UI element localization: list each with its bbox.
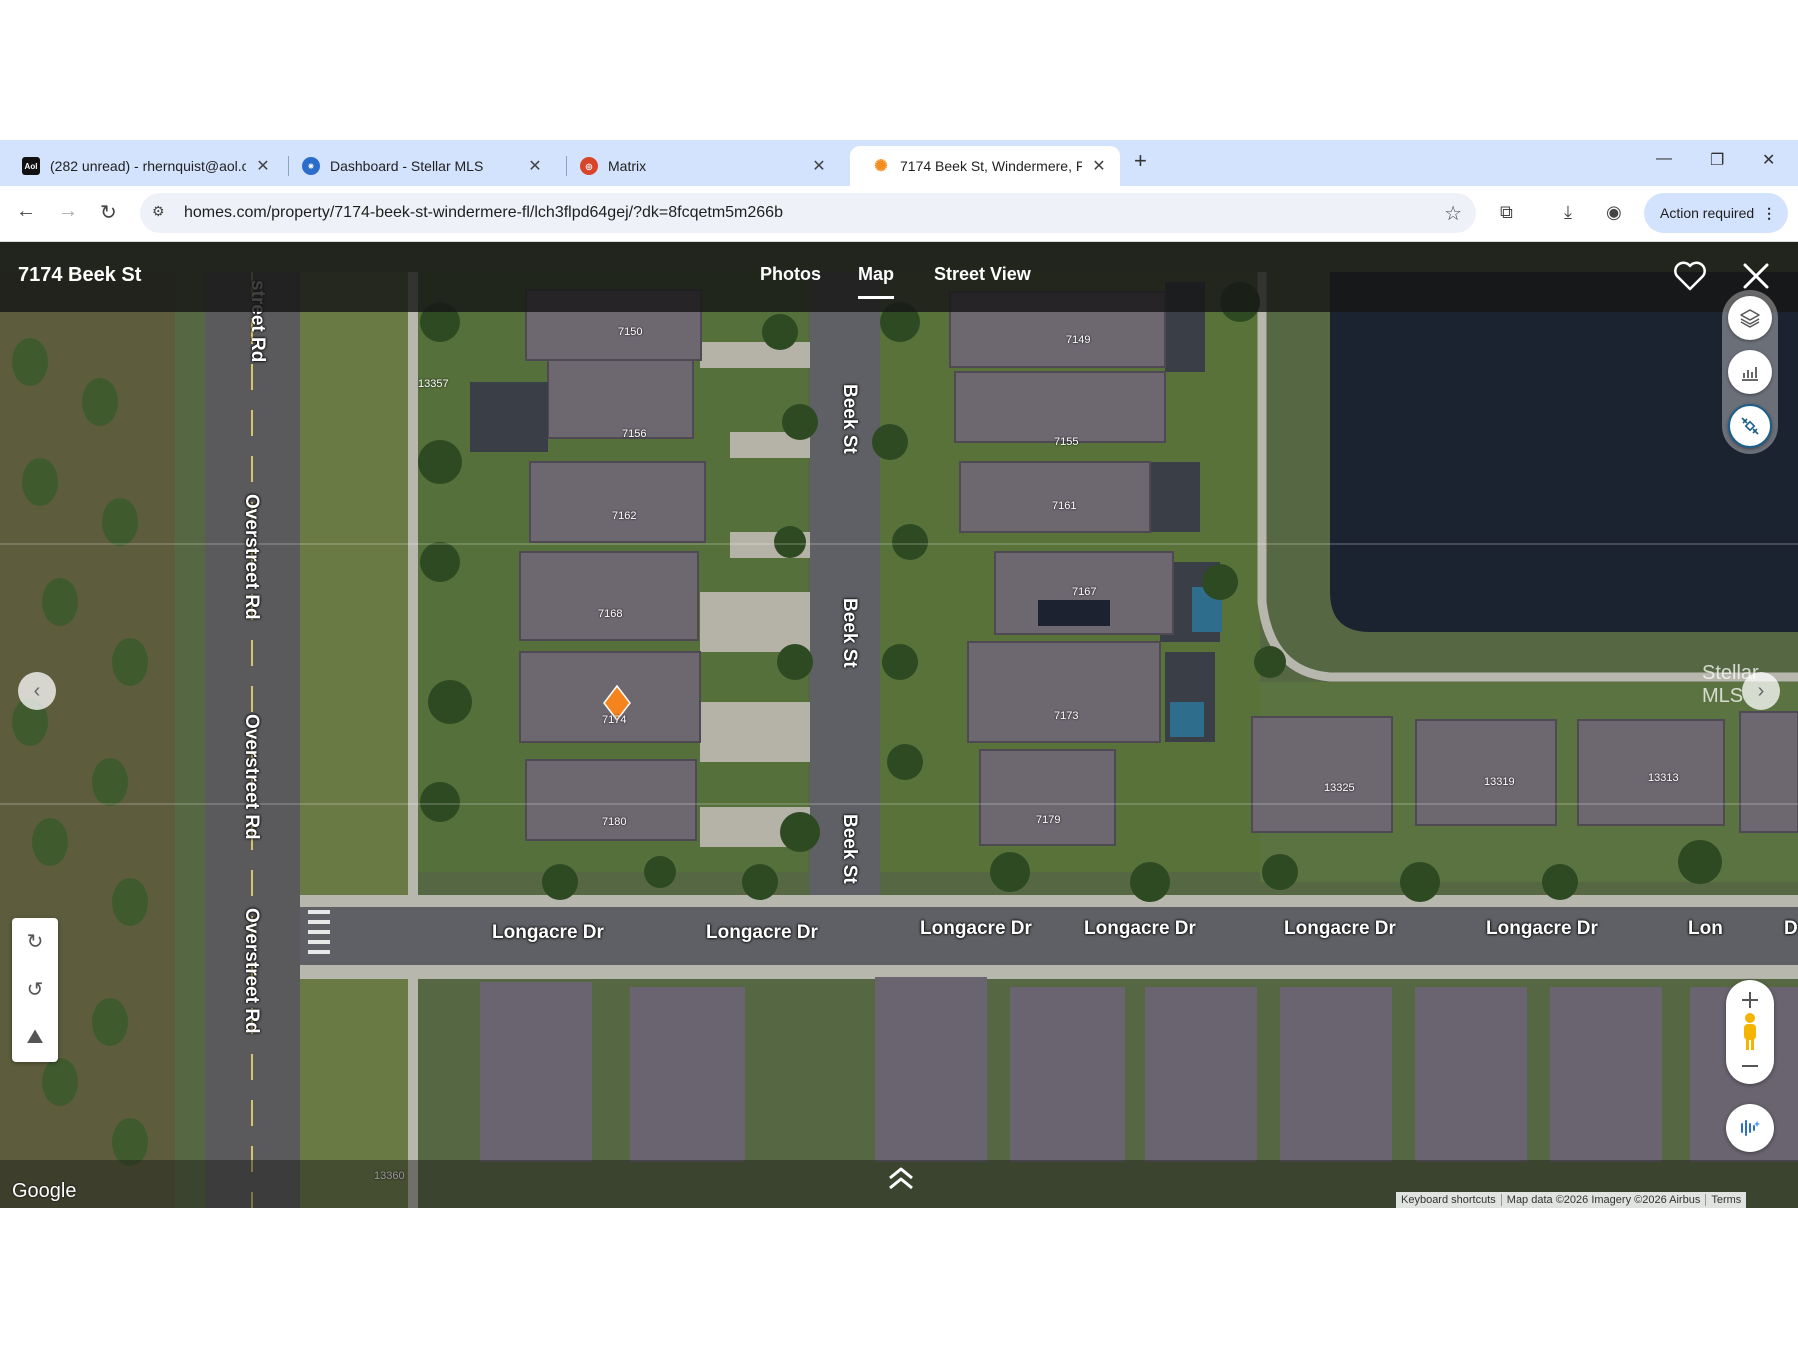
ai-assistant-icon[interactable] xyxy=(1726,1104,1774,1152)
top-margin xyxy=(0,0,1798,140)
pegman-icon[interactable] xyxy=(1738,1012,1762,1052)
street-label-longacre: Longacre Dr xyxy=(706,922,818,943)
kebab-menu-icon[interactable]: ⋮ xyxy=(1762,205,1776,222)
browser-toolbar: ← → ↻ ⚙ homes.com/property/7174-beek-st-… xyxy=(0,186,1798,242)
close-tab-icon[interactable]: ✕ xyxy=(810,156,828,176)
map-data-credit: Map data ©2026 Imagery ©2026 Airbus xyxy=(1500,1194,1706,1206)
close-tab-icon[interactable]: ✕ xyxy=(254,156,272,176)
map-layer-controls xyxy=(1722,290,1778,454)
rotate-clockwise-icon[interactable]: ↻ xyxy=(12,918,58,964)
house-number: 7179 xyxy=(1036,814,1061,826)
bookmark-star-icon[interactable]: ☆ xyxy=(1444,201,1462,226)
street-label-longacre: Longacre Dr xyxy=(492,922,604,943)
window-close-icon[interactable]: ✕ xyxy=(1762,150,1775,170)
browser-tab-strip: Aol (282 unread) - rhernquist@aol.c ✕ ✷ … xyxy=(0,140,1798,186)
minimize-icon[interactable]: — xyxy=(1656,150,1672,168)
zoom-out-icon[interactable] xyxy=(1740,1056,1760,1076)
reload-icon[interactable]: ↻ xyxy=(100,200,117,225)
previous-arrow-icon[interactable]: ‹ xyxy=(18,672,56,710)
url-text[interactable]: homes.com/property/7174-beek-st-winderme… xyxy=(184,204,783,222)
house-number: 7161 xyxy=(1052,500,1077,512)
close-tab-icon[interactable]: ✕ xyxy=(526,156,544,176)
street-label-longacre: Longacre Dr xyxy=(1284,918,1396,939)
tilt-icon[interactable]: ⛰ xyxy=(12,1014,58,1060)
keyboard-shortcuts-link[interactable]: Keyboard shortcuts xyxy=(1396,1194,1501,1206)
street-label-overstreet: Overstreet Rd xyxy=(241,714,262,840)
house-number: 13357 xyxy=(418,378,449,390)
tab-matrix[interactable]: ◎ Matrix ✕ xyxy=(558,146,840,186)
map-rotate-controls: ↻ ↺ ⛰ xyxy=(12,918,58,1062)
tab-street-view[interactable]: Street View xyxy=(934,264,1031,285)
homes-icon: ✺ xyxy=(872,157,890,175)
back-icon[interactable]: ← xyxy=(16,200,36,223)
street-label-longacre: Longacre Dr xyxy=(1084,918,1196,939)
street-label-beek: Beek St xyxy=(839,384,860,454)
house-number: 7173 xyxy=(1054,710,1079,722)
house-number: 7180 xyxy=(602,816,627,828)
chart-icon[interactable] xyxy=(1728,350,1772,394)
house-number: 7149 xyxy=(1066,334,1091,346)
close-icon[interactable] xyxy=(1740,260,1772,292)
new-tab-icon[interactable]: + xyxy=(1134,148,1147,174)
close-tab-icon[interactable]: ✕ xyxy=(1090,156,1108,176)
tab-homes-listing[interactable]: ✺ 7174 Beek St, Windermere, FL 3 ✕ xyxy=(850,146,1120,186)
house-number: 13319 xyxy=(1484,776,1515,788)
zoom-controls xyxy=(1726,980,1774,1084)
house-number: 7174 xyxy=(602,714,627,726)
expand-up-icon[interactable] xyxy=(884,1164,918,1194)
tab-stellar-mls[interactable]: ✷ Dashboard - Stellar MLS ✕ xyxy=(280,146,556,186)
matrix-icon: ◎ xyxy=(580,157,598,175)
rotate-counterclockwise-icon[interactable]: ↺ xyxy=(12,966,58,1012)
house-number: 7162 xyxy=(612,510,637,522)
house-number: 13313 xyxy=(1648,772,1679,784)
google-logo: Google xyxy=(12,1180,77,1202)
street-label-longacre: Lon xyxy=(1688,918,1723,939)
satellite-icon[interactable] xyxy=(1728,404,1772,448)
heart-icon[interactable] xyxy=(1672,258,1708,294)
house-number: 7168 xyxy=(598,608,623,620)
house-number: 7156 xyxy=(622,428,647,440)
house-number: 7167 xyxy=(1072,586,1097,598)
restore-icon[interactable]: ❐ xyxy=(1710,150,1724,170)
tab-aol-mail[interactable]: Aol (282 unread) - rhernquist@aol.c ✕ xyxy=(0,146,284,186)
download-icon[interactable]: ⤓ xyxy=(1564,202,1572,223)
forward-icon[interactable]: → xyxy=(58,200,78,223)
street-label-longacre: Longacre Dr xyxy=(920,918,1032,939)
mls-watermark: Stellar MLS xyxy=(1702,662,1759,707)
street-label-beek: Beek St xyxy=(839,598,860,668)
viewer-header: 7174 Beek St Photos Map Street View xyxy=(0,242,1798,312)
map-attribution: Keyboard shortcuts Map data ©2026 Imager… xyxy=(1396,1192,1747,1208)
satellite-imagery xyxy=(0,242,1798,1208)
action-required-button[interactable]: Action required ⋮ xyxy=(1644,193,1788,233)
stellar-icon: ✷ xyxy=(302,157,320,175)
street-label-overstreet: Overstreet Rd xyxy=(241,908,262,1034)
layers-icon[interactable] xyxy=(1728,296,1772,340)
profile-icon[interactable]: ◉ xyxy=(1606,202,1622,223)
zoom-in-icon[interactable] xyxy=(1740,990,1760,1010)
street-label-longacre: D xyxy=(1784,918,1798,939)
street-label-longacre: Longacre Dr xyxy=(1486,918,1598,939)
satellite-map[interactable]: street Rd Overstreet Rd Overstreet Rd Ov… xyxy=(0,242,1798,1208)
terms-link[interactable]: Terms xyxy=(1705,1194,1746,1206)
house-number: 7150 xyxy=(618,326,643,338)
house-number: 7155 xyxy=(1054,436,1079,448)
house-number: 13325 xyxy=(1324,782,1355,794)
property-title: 7174 Beek St xyxy=(18,264,142,286)
tab-map[interactable]: Map xyxy=(858,264,894,299)
site-info-icon[interactable]: ⚙ xyxy=(152,203,165,220)
street-label-beek: Beek St xyxy=(839,814,860,884)
tab-photos[interactable]: Photos xyxy=(760,264,821,285)
address-bar[interactable]: ⚙ homes.com/property/7174-beek-st-winder… xyxy=(140,193,1476,233)
street-label-overstreet: Overstreet Rd xyxy=(241,494,262,620)
bottom-margin xyxy=(0,1208,1798,1348)
aol-icon: Aol xyxy=(22,157,40,175)
screen-search-icon[interactable]: ⧉ xyxy=(1500,202,1513,223)
